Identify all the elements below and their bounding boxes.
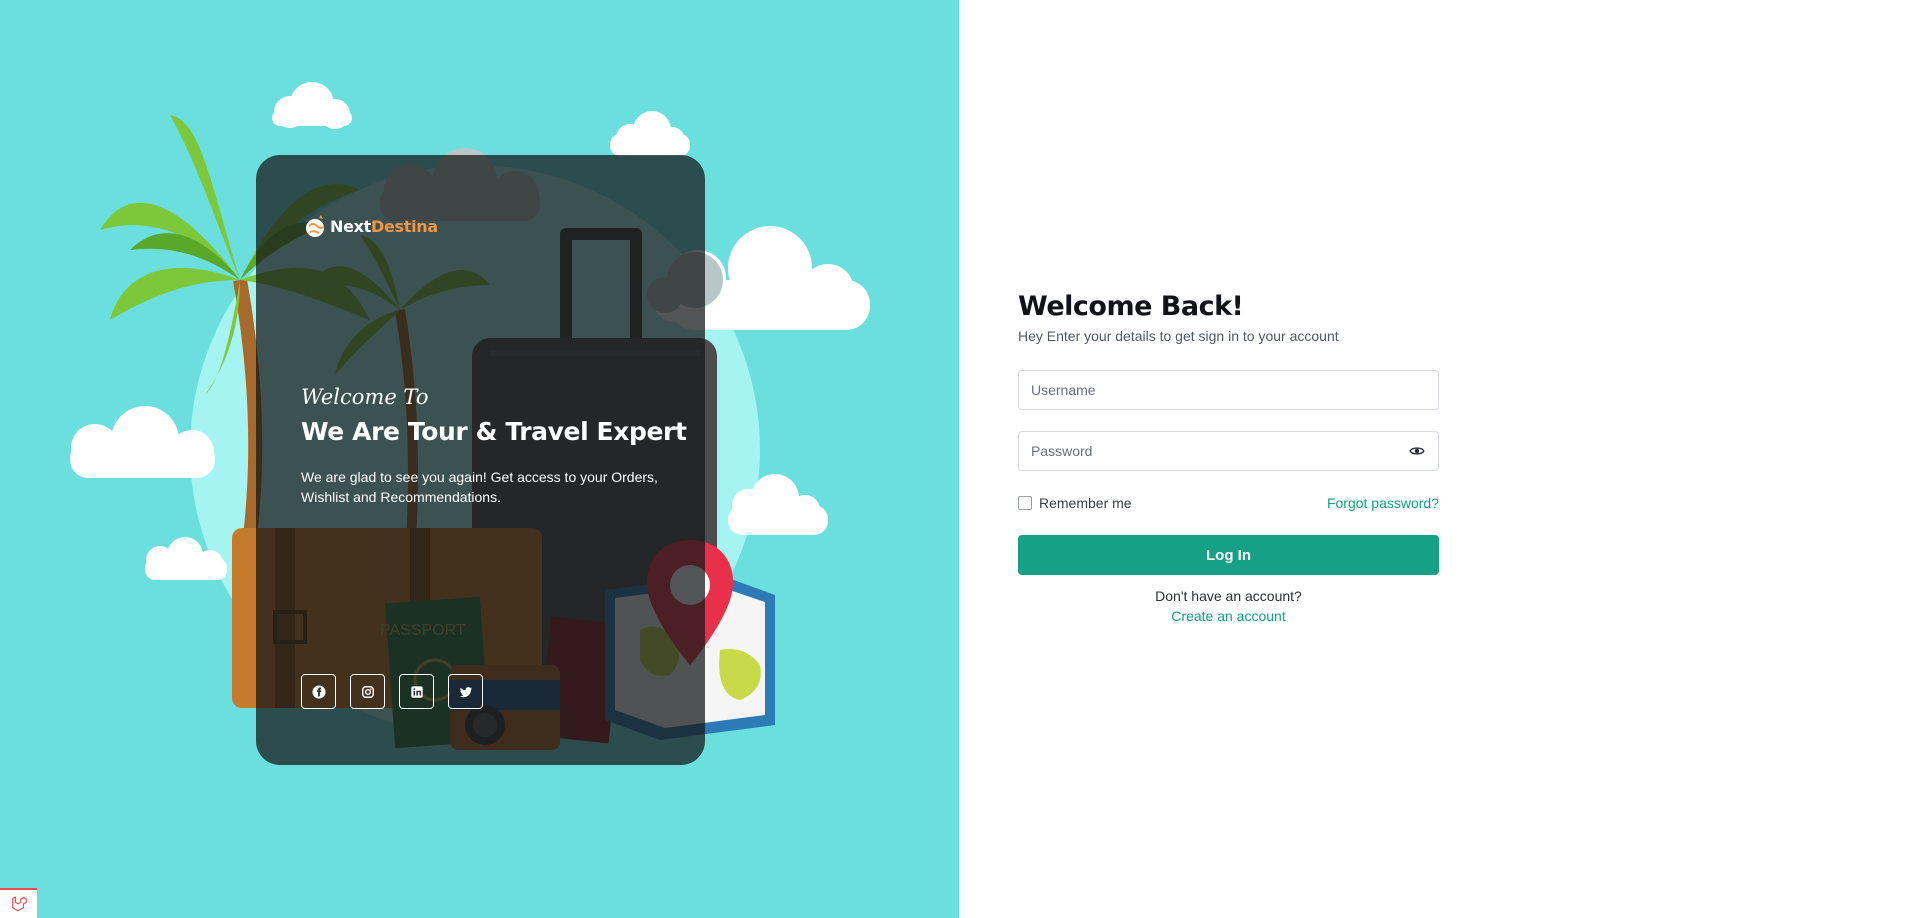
globe-logo-icon [306,215,325,237]
remember-me-label: Remember me [1039,495,1132,511]
panel-divider [959,0,960,918]
brand-logo[interactable]: NextDestina [304,213,438,239]
login-title: Welcome Back! [1018,291,1244,322]
signup-prompt: Don't have an account? Create an account [1018,587,1439,626]
hero-title: We Are Tour & Travel Expert [301,417,687,446]
twitter-icon [459,686,472,697]
brand-name-part1: Next [330,216,372,236]
username-input[interactable] [1019,371,1438,409]
login-button[interactable]: Log In [1018,535,1439,575]
laravel-icon [11,896,27,912]
brand-name: NextDestina [330,217,438,236]
illustration-panel: PASSPORT [0,0,960,918]
brand-name-part2: Destina [371,216,438,236]
login-subtitle: Hey Enter your details to get sign in to… [1018,328,1339,344]
password-input[interactable] [1019,432,1438,470]
create-account-link[interactable]: Create an account [1171,607,1285,626]
login-options-row: Remember me Forgot password? [1018,494,1439,512]
twitter-button[interactable] [448,674,483,709]
facebook-icon [311,684,326,699]
password-field-wrapper [1018,431,1439,471]
laravel-badge[interactable] [0,888,37,918]
linkedin-icon [410,685,423,698]
eye-icon [1409,447,1425,455]
remember-me-checkbox[interactable] [1018,496,1032,510]
password-visibility-toggle[interactable] [1408,444,1426,458]
no-account-text: Don't have an account? [1155,588,1302,604]
social-links [301,674,483,709]
welcome-script-heading: Welcome To [301,385,429,409]
forgot-password-link[interactable]: Forgot password? [1327,495,1439,511]
cloud [610,111,690,156]
remember-me[interactable]: Remember me [1018,495,1132,511]
hero-description: We are glad to see you again! Get access… [301,469,658,505]
welcome-card: NextDestina Welcome To We Are Tour & Tra… [256,155,705,765]
login-form: Welcome Back! Hey Enter your details to … [1018,290,1439,626]
cloud [272,82,352,129]
instagram-button[interactable] [350,674,385,709]
username-field-wrapper [1018,370,1439,410]
linkedin-button[interactable] [399,674,434,709]
instagram-icon [361,685,374,698]
facebook-button[interactable] [301,674,336,709]
